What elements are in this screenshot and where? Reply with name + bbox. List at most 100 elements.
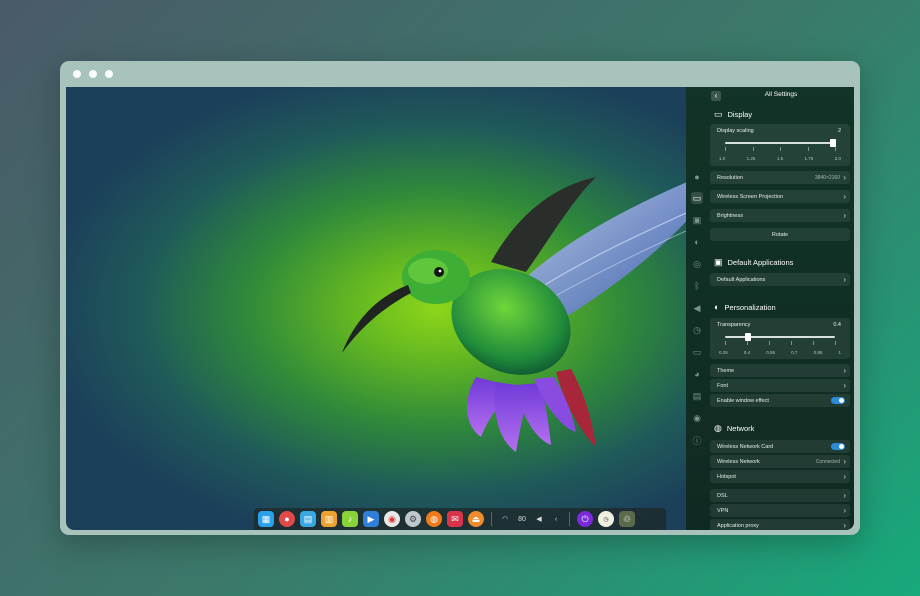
panel-title: All Settings (764, 91, 798, 98)
mouse-icon[interactable]: ◕ (691, 368, 703, 380)
minimize-dot[interactable] (89, 70, 97, 78)
tick-label: 1.0 (719, 156, 726, 161)
resolution-row[interactable]: Resolution 3840×2160 › (710, 171, 850, 184)
dock-separator (569, 512, 570, 526)
default-apps-title-text: Default Applications (727, 258, 794, 267)
theme-row[interactable]: Theme › (710, 364, 850, 377)
default-apps-section-title: ▣ Default Applications (714, 257, 793, 268)
battery-indicator[interactable]: 80 (516, 516, 528, 523)
tick-label: 1 (838, 350, 841, 355)
chrome-icon[interactable]: ◉ (384, 511, 400, 527)
tick-label: 0.4 (743, 350, 751, 355)
tick-label: 0.25 (719, 350, 728, 355)
tray-arrow-icon[interactable]: ‹ (550, 516, 562, 523)
rotate-button[interactable]: Rotate (710, 228, 850, 241)
tick-label: 0.55 (766, 350, 776, 355)
power-settings-icon[interactable]: ▭ (691, 346, 703, 358)
transparency-value: 0.4 (833, 322, 841, 328)
maximize-dot[interactable] (105, 70, 113, 78)
user-icon[interactable]: ● (691, 171, 703, 183)
chevron-right-icon: › (843, 192, 846, 201)
display-scaling-value: 2 (837, 128, 841, 134)
dsl-label: DSL (717, 493, 728, 499)
launcher-icon[interactable]: ▦ (258, 511, 274, 527)
file-manager-icon[interactable]: ▤ (300, 511, 316, 527)
firefox-icon[interactable]: ◍ (426, 511, 442, 527)
transparency-slider[interactable] (725, 333, 835, 341)
chevron-right-icon: › (843, 211, 846, 220)
chevron-right-icon: › (843, 491, 846, 500)
dsl-row[interactable]: DSL › (710, 489, 850, 502)
media-icon[interactable]: ⏏ (468, 511, 484, 527)
wireless-card-label: Wireless Network Card (717, 444, 774, 450)
default-apps-label: Default Applications (717, 277, 766, 283)
wireless-network-label: Wireless Network (717, 459, 760, 465)
display-section-title: ▭ Display (714, 109, 752, 120)
palette-icon: ◐ (714, 302, 720, 312)
settings-gear-icon[interactable]: ⚙ (405, 511, 421, 527)
volume-icon[interactable]: ◀ (533, 515, 545, 523)
taskbar-dock: ▦ ● ▤ ▥ ♪ ▶ ◉ ⚙ ◍ ✉ ⏏ ◠ 80 ◀ ‹ ⏻ ◷ ♲ (254, 508, 666, 530)
chevron-right-icon: › (843, 506, 846, 515)
bluetooth-icon[interactable]: ᛒ (691, 280, 703, 292)
wifi-icon[interactable]: ◠ (499, 515, 511, 523)
panel-topbar: ‹ All Settings (708, 87, 854, 105)
vpn-row[interactable]: VPN › (710, 504, 850, 517)
monitor-icon: ▭ (714, 109, 723, 119)
display-scaling-card: Display scaling 2 1.0 1.25 1.5 1.75 2.0 (710, 124, 850, 166)
wireless-network-row[interactable]: Wireless Network Connected › (710, 455, 850, 468)
network-icon[interactable]: ◎ (691, 258, 703, 270)
transparency-ticks (725, 341, 836, 346)
personalization-section-title: ◐ Personalization (714, 302, 776, 312)
window-effect-row: Enable window effect (710, 394, 850, 407)
personalization-icon[interactable]: ◐ (691, 236, 703, 248)
wireless-projection-row[interactable]: Wireless Screen Projection › (710, 190, 850, 203)
globe-icon: ◍ (714, 423, 722, 433)
resolution-value: 3840×2160 (814, 175, 840, 181)
resolution-label: Resolution (717, 175, 743, 181)
theme-label: Theme (717, 368, 735, 374)
default-apps-row[interactable]: Default Applications › (710, 273, 850, 286)
browser-icon[interactable]: ● (279, 511, 295, 527)
transparency-label: Transparency (717, 322, 751, 328)
keyboard-icon[interactable]: ▤ (691, 390, 703, 402)
wireless-card-toggle[interactable] (831, 443, 845, 450)
window-effect-label: Enable window effect (717, 398, 769, 404)
store-icon[interactable]: ▥ (321, 511, 337, 527)
application-proxy-row[interactable]: Application proxy › (710, 519, 850, 530)
chevron-right-icon: › (843, 173, 846, 182)
hotspot-row[interactable]: Hotspot › (710, 470, 850, 483)
video-icon[interactable]: ▶ (363, 511, 379, 527)
tick-label: 2.0 (834, 156, 841, 161)
mail-icon[interactable]: ✉ (447, 511, 463, 527)
window-controls (73, 70, 113, 78)
close-dot[interactable] (73, 70, 81, 78)
clock-icon[interactable]: ◷ (598, 511, 614, 527)
display-scaling-label: Display scaling (717, 128, 754, 134)
brightness-row[interactable]: Brightness › (710, 209, 850, 222)
sound-icon[interactable]: ◀ (691, 302, 703, 314)
display-scaling-thumb[interactable] (830, 139, 836, 147)
network-section-title: ◍ Network (714, 423, 754, 434)
tick-label: 1.5 (776, 156, 784, 161)
network-title-text: Network (726, 424, 755, 433)
tick-label: 0.85 (813, 350, 823, 355)
font-row[interactable]: Font › (710, 379, 850, 392)
music-icon[interactable]: ♪ (342, 511, 358, 527)
trash-icon[interactable]: ♲ (619, 511, 635, 527)
window-icon[interactable]: ▣ (691, 214, 703, 226)
update-icon[interactable]: ◉ (691, 412, 703, 424)
display-icon[interactable]: ▭ (691, 192, 703, 204)
transparency-card: Transparency 0.4 0.25 0.4 0.55 0.7 0.85 … (710, 318, 850, 359)
settings-panel: ● ▭ ▣ ◐ ◎ ᛒ ◀ ◷ ▭ ◕ ▤ ◉ ⓘ ‹ All Settings… (686, 87, 854, 530)
chevron-right-icon: › (843, 381, 846, 390)
time-icon[interactable]: ◷ (691, 324, 703, 336)
font-label: Font (717, 383, 729, 389)
power-icon[interactable]: ⏻ (577, 511, 593, 527)
window-effect-toggle[interactable] (831, 397, 845, 404)
browser-window-frame: ▦ ● ▤ ▥ ♪ ▶ ◉ ⚙ ◍ ✉ ⏏ ◠ 80 ◀ ‹ ⏻ ◷ ♲ ● ▭ (60, 61, 860, 535)
display-scaling-slider[interactable] (725, 139, 836, 147)
info-icon[interactable]: ⓘ (691, 434, 703, 446)
hotspot-label: Hotspot (717, 474, 736, 480)
transparency-thumb[interactable] (744, 333, 751, 341)
